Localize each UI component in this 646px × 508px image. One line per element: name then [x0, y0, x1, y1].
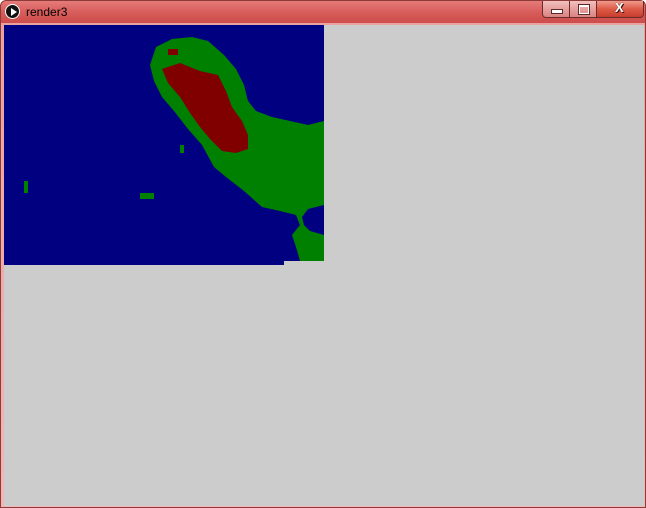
sketch-canvas-area[interactable] [4, 25, 644, 506]
land-speck [140, 193, 154, 199]
minimize-button[interactable] [542, 1, 570, 18]
land-speck [180, 145, 184, 153]
maximize-button[interactable] [570, 1, 597, 18]
peak-speck [168, 49, 178, 55]
land-speck [24, 181, 28, 193]
minimize-icon [552, 10, 562, 13]
window-title: render3 [26, 5, 68, 19]
processing-play-icon[interactable] [5, 4, 20, 19]
title-bar[interactable]: render3 X [1, 0, 645, 23]
application-window: render3 X [0, 0, 646, 508]
maximize-icon [579, 5, 589, 14]
land-speck [294, 233, 298, 237]
canvas-notch [284, 261, 324, 266]
render-image [4, 25, 324, 265]
terrain-render [4, 25, 324, 265]
close-icon: X [615, 0, 624, 15]
close-button[interactable]: X [597, 0, 644, 18]
